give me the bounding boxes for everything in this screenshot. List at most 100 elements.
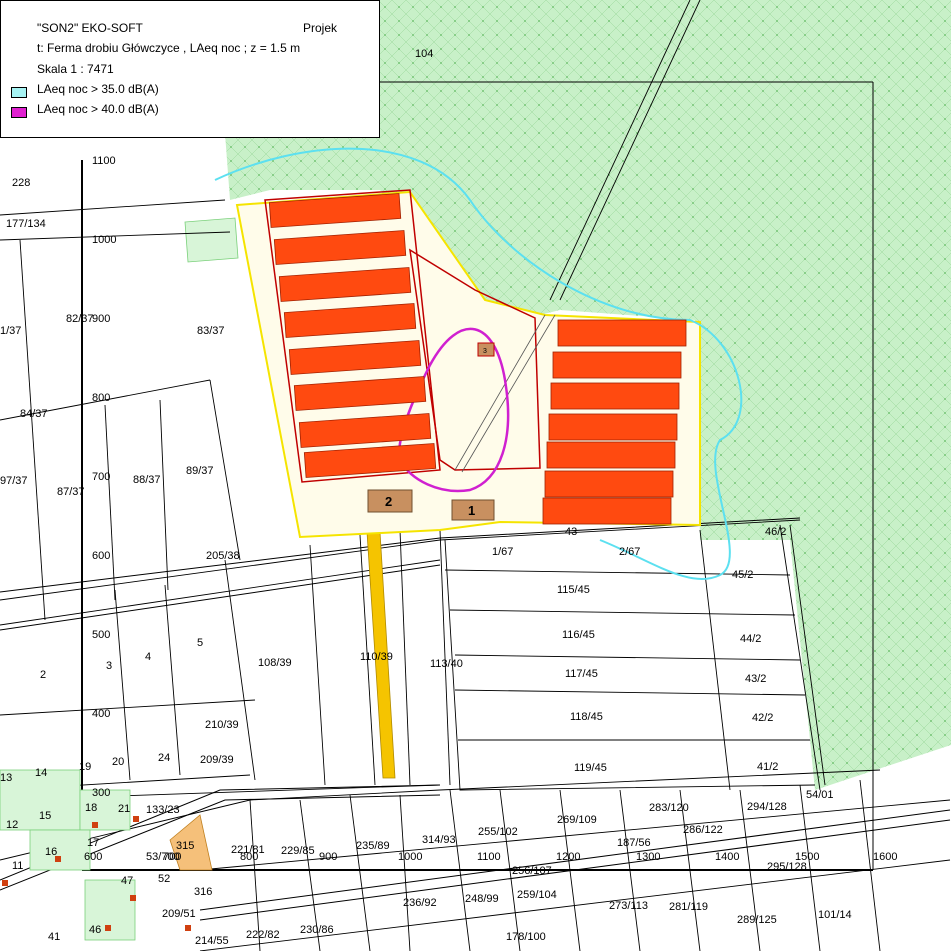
house-e6 xyxy=(544,470,674,498)
parcel-label: 88/37 xyxy=(133,474,161,486)
y-tick: 1000 xyxy=(92,234,116,246)
x-tick: 600 xyxy=(84,851,102,863)
x-tick: 900 xyxy=(319,851,337,863)
y-tick: 300 xyxy=(92,787,110,799)
parcel-label: 228 xyxy=(12,177,30,189)
parcel-label: 104 xyxy=(415,48,433,60)
noise-source-1: 1 xyxy=(451,499,495,521)
parcel-label: 295/128 xyxy=(767,861,807,873)
parcel-label: 11 xyxy=(12,860,23,872)
x-tick: 1100 xyxy=(477,851,501,863)
parcel-label: 43/2 xyxy=(745,673,766,685)
parcel-label: 3 xyxy=(106,660,112,672)
house-e5 xyxy=(546,441,676,469)
noise-map: 4 2 1 3 xyxy=(0,0,951,951)
parcel-label: 205/38 xyxy=(206,550,240,562)
y-tick: 800 xyxy=(92,392,110,404)
y-tick: 1100 xyxy=(92,155,116,167)
parcel-label: 256/107 xyxy=(512,865,552,877)
parcel-label: 15 xyxy=(39,810,51,822)
parcel-label: 283/120 xyxy=(649,802,689,814)
parcel-label: 222/82 xyxy=(246,929,280,941)
x-tick: 1400 xyxy=(715,851,739,863)
parcel-label: 286/122 xyxy=(683,824,723,836)
parcel-label: 115/45 xyxy=(557,584,590,596)
parcel-label: 269/109 xyxy=(557,814,597,826)
parcel-label: 281/119 xyxy=(669,901,708,913)
x-tick: 1200 xyxy=(556,851,580,863)
parcel-label: 19 xyxy=(79,761,91,773)
parcel-label: 209/39 xyxy=(200,754,234,766)
parcel-label: 21 xyxy=(118,803,130,815)
parcel-label: 41/2 xyxy=(757,761,778,773)
x-tick: 1300 xyxy=(636,851,660,863)
parcel-label: 118/45 xyxy=(570,711,603,723)
y-axis-ticks: 1100 1000 900 800 700 600 500 400 300 xyxy=(92,155,116,799)
house-e2 xyxy=(552,351,682,379)
parcel-label: 4 xyxy=(145,651,151,663)
parcel-label: 13 xyxy=(0,772,12,784)
legend-entry-40db: LAeq noc > 40.0 dB(A) xyxy=(37,102,159,116)
parcel-label: 294/128 xyxy=(747,801,787,813)
parcel-label: 187/56 xyxy=(617,837,651,849)
legend-swatch-35db xyxy=(11,87,27,98)
legend-program: "SON2" EKO-SOFT xyxy=(37,21,143,35)
parcel-label: 5 xyxy=(197,637,203,649)
parcel-label: 45/2 xyxy=(732,569,753,581)
legend-entry-35db: LAeq noc > 35.0 dB(A) xyxy=(37,82,159,96)
parcel-label: 101/14 xyxy=(818,909,852,921)
parcel-label: 16 xyxy=(45,846,57,858)
parcel-label: 41 xyxy=(48,931,60,943)
parcel-label: 24 xyxy=(158,752,170,764)
parcel-label: 47 xyxy=(121,875,133,887)
parcel-label: 83/37 xyxy=(197,325,225,337)
parcel-label: 230/86 xyxy=(300,924,334,936)
legend-scale: Skala 1 : 7471 xyxy=(37,62,114,76)
legend-swatch-40db xyxy=(11,107,27,118)
parcel-label: 1/37 xyxy=(0,325,21,337)
parcel-label: 210/39 xyxy=(205,719,239,731)
parcel-label: 177/134 xyxy=(6,218,46,230)
y-tick: 700 xyxy=(92,471,110,483)
parcel-label: 248/99 xyxy=(465,893,499,905)
parcel-label: 14 xyxy=(35,767,47,779)
parcel-label: 43 xyxy=(565,526,577,538)
parcel-label: 89/37 xyxy=(186,465,214,477)
svg-text:2: 2 xyxy=(385,494,392,509)
parcel-label: 117/45 xyxy=(565,668,598,680)
parcel-label: 116/45 xyxy=(562,629,595,641)
parcel-label: 2 xyxy=(40,669,46,681)
y-tick: 900 xyxy=(92,313,110,325)
y-tick: 500 xyxy=(92,629,110,641)
parcel-label: 259/104 xyxy=(517,889,557,901)
parcel-label: 108/39 xyxy=(258,657,292,669)
meadow-area xyxy=(184,217,239,263)
parcel-label: 314/93 xyxy=(422,834,456,846)
parcel-label: 119/45 xyxy=(574,762,607,774)
parcel-label: 20 xyxy=(112,756,124,768)
parcel-label: 82/37 xyxy=(66,313,94,325)
parcel-label: 46 xyxy=(89,924,101,936)
house-e3 xyxy=(550,382,680,410)
parcel-label: 214/55 xyxy=(195,935,229,947)
y-tick: 600 xyxy=(92,550,110,562)
x-tick: 1000 xyxy=(398,851,422,863)
noise-source-2: 2 xyxy=(367,489,413,513)
parcel-label: 42/2 xyxy=(752,712,773,724)
parcel-label: 44/2 xyxy=(740,633,761,645)
parcel-label: 97/37 xyxy=(0,475,28,487)
house-e1 xyxy=(557,319,687,347)
parcel-label: 273/113 xyxy=(609,900,648,912)
legend-project-label: Projek xyxy=(303,21,338,35)
parcel-label: 209/51 xyxy=(162,908,196,920)
parcel-label: 316 xyxy=(194,886,212,898)
svg-text:3: 3 xyxy=(483,348,487,355)
parcel-label: 87/37 xyxy=(57,486,85,498)
parcel-label: 235/89 xyxy=(356,840,390,852)
parcel-label: 18 xyxy=(85,802,97,814)
parcel-label: 52 xyxy=(158,873,170,885)
svg-text:1: 1 xyxy=(468,503,475,518)
noise-source-3: 3 xyxy=(477,342,495,357)
parcel-label: 46/2 xyxy=(765,526,786,538)
map-legend: "SON2" EKO-SOFT Projek t: Ferma drobiu G… xyxy=(0,0,380,138)
